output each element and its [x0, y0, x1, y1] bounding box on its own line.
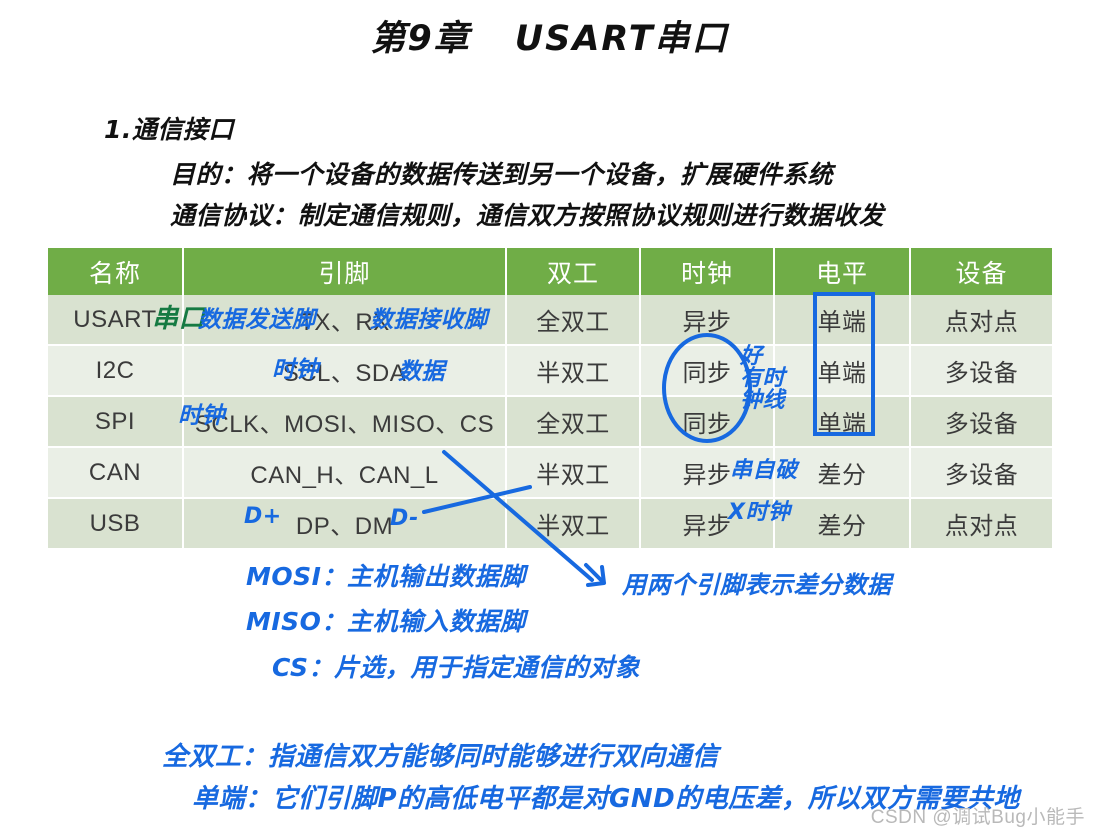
title-subject: USART串口 — [514, 19, 729, 59]
annotation-has-clock-line-2: 有时 — [740, 366, 786, 391]
table-row: I2C SCL、SDA 半双工 同步 单端 多设备 — [48, 345, 1052, 397]
annotation-tx-pin: 数据发送脚 — [198, 307, 316, 333]
annotation-usb-no-clock: X时钟 — [728, 500, 791, 525]
table-header-row: 名称 引脚 双工 时钟 电平 设备 — [48, 248, 1052, 295]
annotation-i2c-data: 数据 — [398, 359, 445, 385]
column-header-duplex: 双工 — [506, 248, 641, 295]
annotation-usb-dminus: D- — [390, 506, 419, 531]
annotation-spi-clock: 时钟 — [178, 403, 225, 429]
title-chapter: 第9章 — [370, 19, 471, 59]
annotation-has-clock-line: 好 有时 钟线 — [740, 346, 785, 412]
cell-name: I2C — [48, 345, 184, 397]
column-header-clock: 时钟 — [640, 248, 775, 295]
column-header-device: 设备 — [910, 248, 1052, 295]
annotation-rx-pin: 数据接收脚 — [370, 307, 488, 333]
cell-duplex: 半双工 — [506, 498, 641, 550]
annotation-can-async: 串自破 — [730, 458, 798, 483]
cell-device: 点对点 — [910, 295, 1052, 346]
cell-level: 单端 — [774, 295, 911, 346]
cell-pins: SCL、SDA — [183, 345, 507, 397]
cell-duplex: 全双工 — [506, 295, 641, 346]
cell-device: 多设备 — [910, 345, 1052, 397]
cell-duplex: 全双工 — [506, 396, 641, 448]
cell-level: 单端 — [774, 345, 911, 397]
note-protocol: 通信协议：制定通信规则，通信双方按照协议规则进行数据收发 — [170, 201, 885, 230]
note-mosi: MOSI：主机输出数据脚 — [246, 562, 526, 591]
note-heading: 1.通信接口 — [104, 115, 234, 144]
column-header-level: 电平 — [774, 248, 911, 295]
cell-pins: DP、DM — [183, 498, 507, 550]
cell-name: SPI — [48, 396, 184, 448]
annotation-has-clock-line-3: 钟线 — [740, 388, 786, 413]
note-miso: MISO：主机输入数据脚 — [246, 607, 526, 636]
differential-arrow-icon — [584, 563, 606, 587]
cell-clock: 异步 — [640, 295, 775, 346]
cell-duplex: 半双工 — [506, 447, 641, 499]
note-cs: CS：片选，用于指定通信的对象 — [272, 653, 640, 682]
table-row: CAN CAN_H、CAN_L 半双工 异步 差分 多设备 — [48, 447, 1052, 499]
cell-device: 多设备 — [910, 447, 1052, 499]
csdn-watermark: CSDN @调试Bug小能手 — [870, 807, 1085, 828]
annotation-usb-dplus: D+ — [244, 504, 282, 529]
notes-page: 第9章 USART串口 1.通信接口 目的：将一个设备的数据传送到另一个设备，扩展… — [0, 0, 1099, 837]
note-differential: 用两个引脚表示差分数据 — [622, 571, 892, 599]
column-header-pins: 引脚 — [183, 248, 507, 295]
note-purpose: 目的：将一个设备的数据传送到另一个设备，扩展硬件系统 — [170, 160, 834, 189]
cell-name: USB — [48, 498, 184, 550]
annotation-i2c-clock: 时钟 — [272, 357, 319, 383]
cell-level: 差分 — [774, 498, 911, 550]
column-header-name: 名称 — [48, 248, 184, 295]
annotation-has-clock-line-1: 好 — [740, 344, 763, 369]
page-title: 第9章 USART串口 — [0, 10, 1099, 61]
cell-duplex: 半双工 — [506, 345, 641, 397]
cell-device: 点对点 — [910, 498, 1052, 550]
cell-device: 多设备 — [910, 396, 1052, 448]
cell-name: CAN — [48, 447, 184, 499]
cell-pins: CAN_H、CAN_L — [183, 447, 507, 499]
table-row: USB DP、DM 半双工 异步 差分 点对点 — [48, 498, 1052, 550]
cell-pins: SCLK、MOSI、MISO、CS — [183, 396, 507, 448]
cell-level: 单端 — [774, 396, 911, 448]
note-full-duplex: 全双工：指通信双方能够同时能够进行双向通信 — [162, 742, 719, 772]
